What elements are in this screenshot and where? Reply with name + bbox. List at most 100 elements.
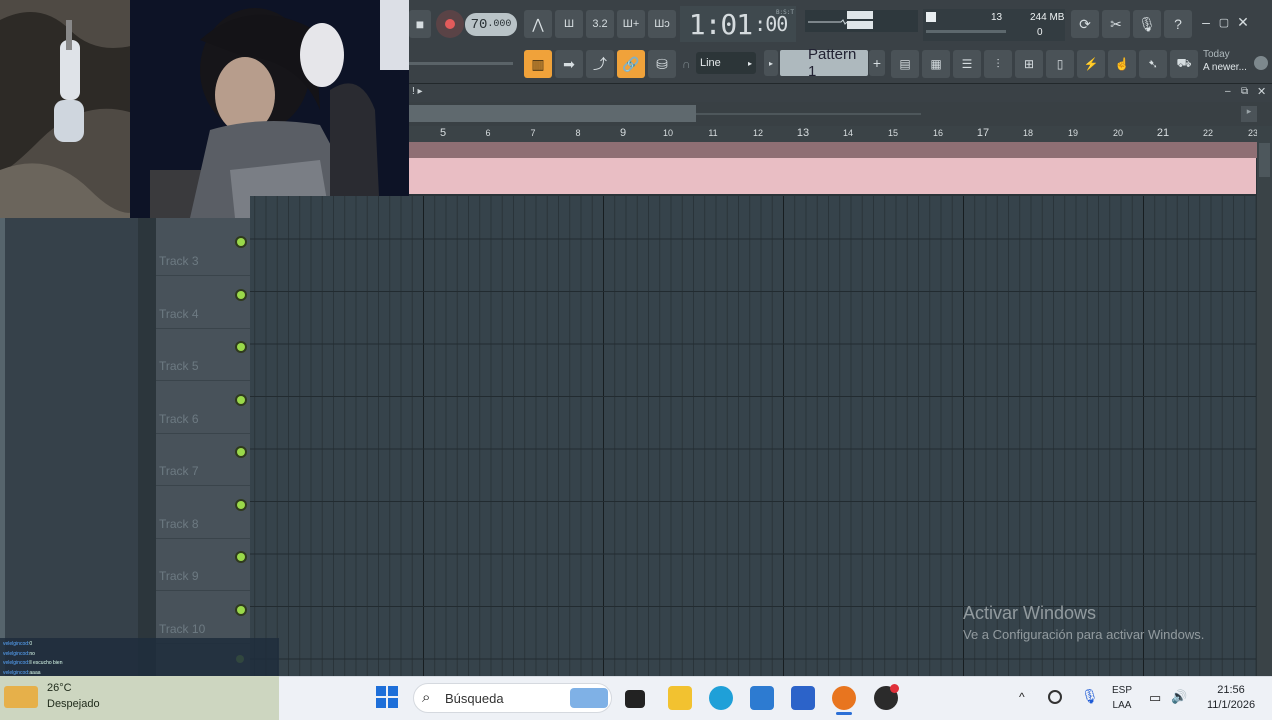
maximize-button[interactable]: ▢ xyxy=(1216,12,1232,32)
track-header[interactable]: Track 6 xyxy=(156,382,250,434)
track-enable-led-icon[interactable] xyxy=(237,238,245,246)
ruler-number: 11 xyxy=(708,128,718,138)
playlist-detach-icon[interactable]: ⧉ xyxy=(1241,86,1248,97)
playlist-minimize-icon[interactable]: – xyxy=(1225,86,1231,97)
tempo-display[interactable]: 70.000 xyxy=(465,13,517,36)
track-header[interactable]: Track 9 xyxy=(156,539,250,591)
magnet-icon[interactable]: ∩ xyxy=(682,57,691,71)
chat-text: aaaa xyxy=(29,669,41,676)
tree-icon: ⊞ xyxy=(1023,57,1035,71)
shop-button[interactable]: ⛟ xyxy=(1170,50,1198,78)
step-edit-button[interactable]: Ш+ xyxy=(617,10,645,38)
timeline-ruler[interactable]: 5 6 7 8 9 10 11 12 13 14 15 16 17 18 19 20 21 22 23 xyxy=(409,126,1258,142)
tray-volume-icon[interactable]: 🔊 xyxy=(1171,689,1187,705)
add-pattern-button[interactable]: + xyxy=(869,50,885,76)
track-enable-led-icon[interactable] xyxy=(237,605,245,614)
browser-button[interactable]: ▯ xyxy=(1046,50,1074,78)
track-enable-led-icon[interactable] xyxy=(237,500,245,509)
vertical-scrollbar[interactable] xyxy=(1257,126,1272,676)
track-enable-led-icon[interactable] xyxy=(237,553,245,561)
playlist-view-button[interactable]: ▤ xyxy=(891,50,919,78)
track-header[interactable]: Track 3 xyxy=(156,224,250,276)
track-enable-led-icon[interactable] xyxy=(237,290,245,299)
record-button[interactable] xyxy=(436,10,464,38)
playlist-button[interactable]: ▥ xyxy=(524,50,552,78)
edge-icon[interactable] xyxy=(709,686,733,710)
taskbar-clock[interactable]: 21:56 11/1/2026 xyxy=(1200,683,1262,713)
tray-microphone-icon[interactable]: 🎙 xyxy=(1081,688,1099,705)
track-header[interactable]: Track 5 xyxy=(156,329,250,381)
globe-icon[interactable] xyxy=(1254,56,1268,70)
plugin-button[interactable]: ⚡ xyxy=(1077,50,1105,78)
ruler-number: 6 xyxy=(485,128,491,138)
master-volume-slider[interactable] xyxy=(409,62,513,65)
link-button[interactable]: 🔗 xyxy=(617,50,645,78)
task-view-icon[interactable] xyxy=(625,690,645,708)
track-enable-led-icon[interactable] xyxy=(237,448,245,456)
news-hint[interactable]: Today A newer... xyxy=(1203,48,1251,78)
track-name: Track 8 xyxy=(159,516,199,531)
track-enable-led-icon[interactable] xyxy=(237,343,245,351)
file-explorer-icon[interactable] xyxy=(668,686,692,710)
plus-icon: + xyxy=(872,55,882,71)
playlist-menu-arrow-icon[interactable]: ! ▸ xyxy=(412,86,423,97)
touch-button[interactable]: ☝ xyxy=(1108,50,1136,78)
undo-history-button[interactable]: ⟳ xyxy=(1071,10,1099,38)
ruler-number: 9 xyxy=(619,127,627,139)
horizontal-scroll-thumb[interactable] xyxy=(409,105,696,122)
project-tree-button[interactable]: ⊞ xyxy=(1015,50,1043,78)
snap-selector[interactable]: Line ▸ xyxy=(696,52,756,74)
fl-studio-icon[interactable] xyxy=(832,686,856,710)
tray-onedrive-icon[interactable] xyxy=(1048,690,1062,704)
audio-clip[interactable] xyxy=(409,158,1256,194)
refresh-icon: ⟳ xyxy=(1079,15,1091,32)
webcam-image xyxy=(0,0,409,218)
arrow-tool-button[interactable]: ➡ xyxy=(555,50,583,78)
stop-button[interactable]: ■ xyxy=(409,10,431,38)
track-header[interactable]: Track 4 xyxy=(156,277,250,329)
minimize-button[interactable]: – xyxy=(1198,12,1214,32)
audio-input-button[interactable]: 🎙 xyxy=(1133,10,1161,38)
bird-icon: ➷ xyxy=(1147,57,1159,71)
chat-username: velelgincod: xyxy=(3,641,30,647)
countdown-button[interactable]: 3.2 xyxy=(586,10,614,38)
time-main: 1:01 xyxy=(688,7,753,41)
tray-chevron-up-icon[interactable]: ^ xyxy=(1019,690,1025,704)
pattern-selector[interactable]: Pattern 1 xyxy=(780,46,868,80)
track-enable-led-icon[interactable] xyxy=(237,395,245,404)
metronome-button[interactable]: ⋀ xyxy=(524,10,552,38)
track-header[interactable]: Track 8 xyxy=(156,487,250,539)
track-header[interactable]: Track 7 xyxy=(156,434,250,486)
store-icon[interactable] xyxy=(750,686,774,710)
ruler-number: 18 xyxy=(1022,128,1034,138)
horizontal-scroll-track[interactable] xyxy=(696,113,921,115)
cut-tools-button[interactable]: ✂ xyxy=(1102,10,1130,38)
track-header[interactable]: Track 10 xyxy=(156,592,250,644)
ruler-number: 16 xyxy=(932,128,944,138)
piano-roll-button[interactable]: ▦ xyxy=(922,50,950,78)
vertical-scroll-thumb[interactable] xyxy=(1259,143,1270,177)
feedback-button[interactable]: ➷ xyxy=(1139,50,1167,78)
scroll-right-icon[interactable]: ▸ xyxy=(1241,106,1257,122)
metronome-icon: ⋀ xyxy=(532,15,544,32)
loop-record-button[interactable]: Шↄ xyxy=(648,10,676,38)
start-button[interactable] xyxy=(376,686,398,708)
windows-logo-icon xyxy=(376,686,398,708)
playlist-close-icon[interactable]: ✕ xyxy=(1257,85,1266,98)
wait-record-button[interactable]: Ш xyxy=(555,10,583,38)
roblox-icon[interactable] xyxy=(791,686,815,710)
tray-network-icon[interactable]: ▭ xyxy=(1149,690,1161,706)
song-position-display[interactable]: 1:01:00 B:S:T xyxy=(680,6,796,42)
weather-widget[interactable]: 26°C Despejado xyxy=(0,676,279,720)
language-indicator[interactable]: ESP LAA xyxy=(1108,683,1136,713)
draw-tool-button[interactable]: ⤴ xyxy=(586,50,614,78)
microphone-icon: 🎙 xyxy=(1138,15,1156,32)
pattern-prev-button[interactable]: ▸ xyxy=(764,50,778,76)
channel-rack-button[interactable]: ☰ xyxy=(953,50,981,78)
help-button[interactable]: ? xyxy=(1164,10,1192,38)
close-icon: ✕ xyxy=(1237,13,1249,30)
stamp-button[interactable]: ⛁ xyxy=(648,50,676,78)
close-button[interactable]: ✕ xyxy=(1235,12,1251,32)
taskbar-search[interactable]: ⌕ Búsqueda xyxy=(413,683,612,713)
mixer-button[interactable]: ⫶ xyxy=(984,50,1012,78)
